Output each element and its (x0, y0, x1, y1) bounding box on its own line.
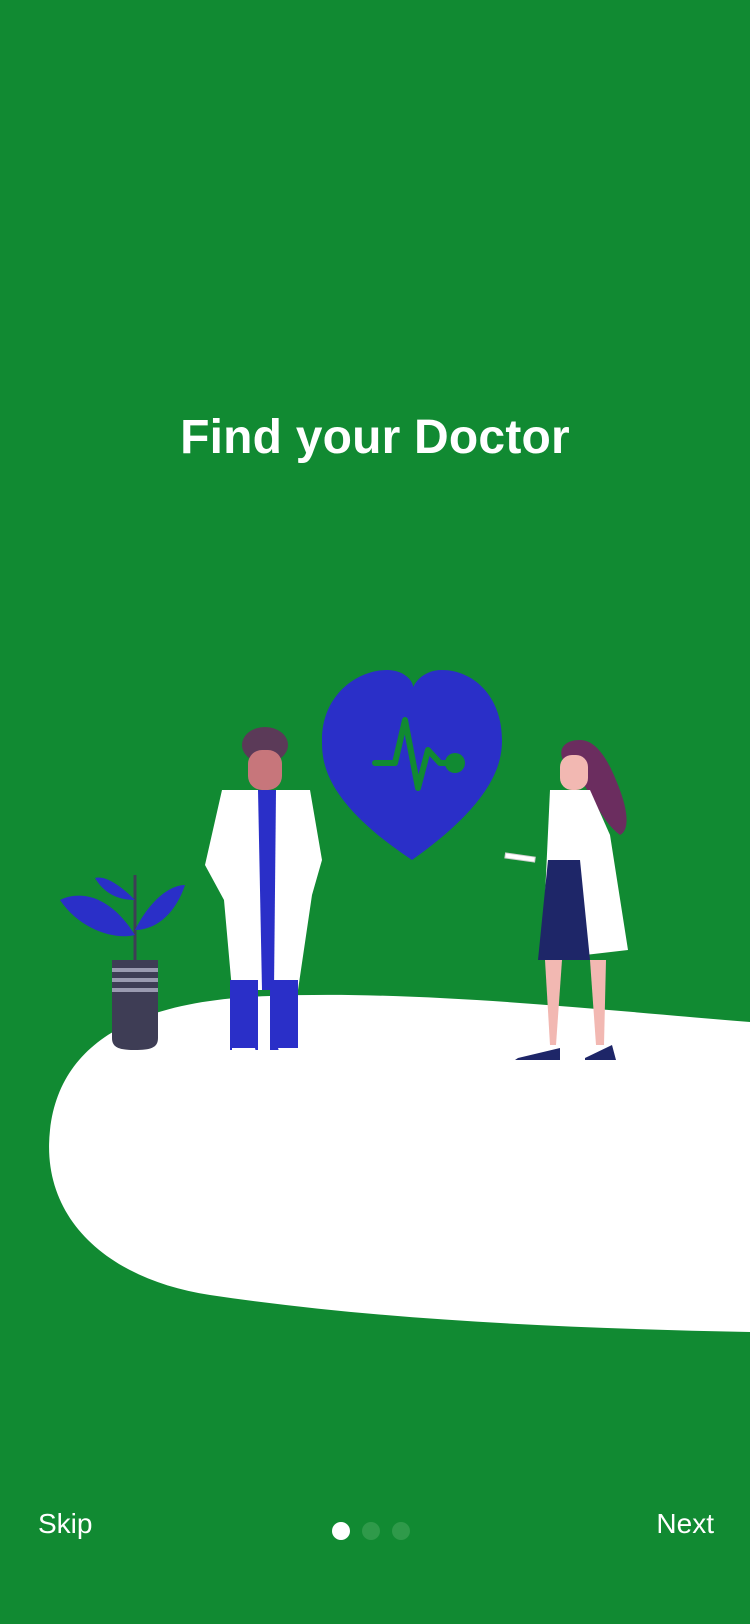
page-title: Find your Doctor (180, 411, 570, 464)
page-dot-3[interactable] (392, 1522, 410, 1540)
page-dot-2[interactable] (362, 1522, 380, 1540)
page-indicator (332, 1522, 410, 1540)
skip-button[interactable]: Skip (38, 1508, 92, 1540)
onboarding-screen: Find your Doctor Skip Next (0, 0, 750, 1624)
heart-pulse-icon (322, 670, 502, 860)
next-button[interactable]: Next (656, 1508, 714, 1540)
page-dot-1-active[interactable] (332, 1522, 350, 1540)
onboarding-illustration (49, 670, 750, 1332)
